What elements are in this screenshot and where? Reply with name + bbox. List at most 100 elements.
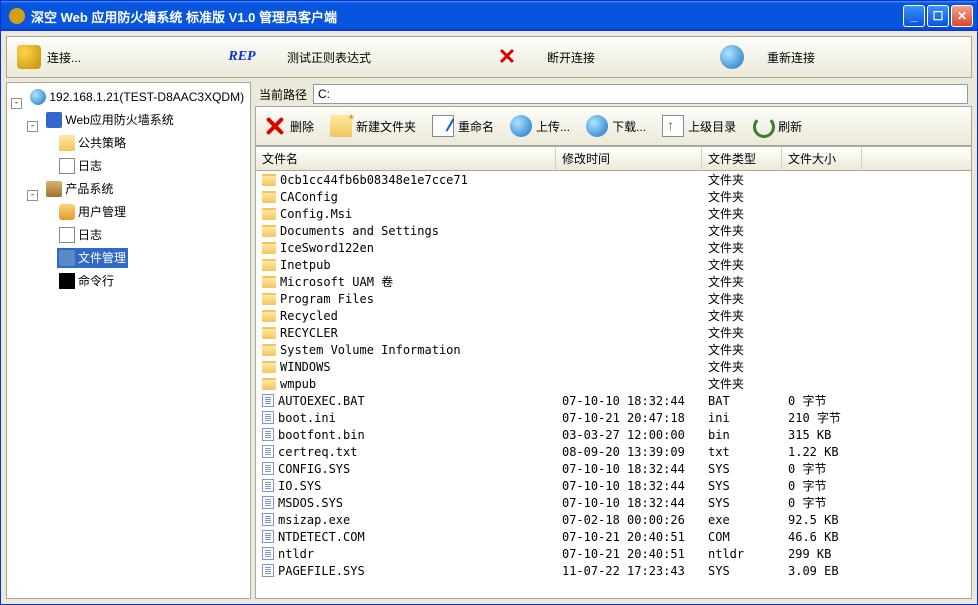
file-row[interactable]: MSDOS.SYS07-10-10 18:32:44SYS0 字节 [256,494,971,511]
maximize-button[interactable]: ☐ [927,5,949,27]
file-row[interactable]: NTDETECT.COM07-10-21 20:40:51COM46.6 KB [256,528,971,545]
upload-button[interactable]: 上传... [502,107,578,145]
file-name: Microsoft UAM 卷 [280,273,393,290]
tree-user-mgmt[interactable]: 用户管理 [57,202,128,222]
file-name: wmpub [280,377,316,391]
file-row[interactable]: 0cb1cc44fb6b08348e1e7cce71文件夹 [256,171,971,188]
window-title: 深空 Web 应用防火墙系统 标准版 V1.0 管理员客户端 [29,7,903,26]
folder-icon [262,378,276,390]
tree-file-mgmt[interactable]: 文件管理 [57,248,128,268]
test-regex-button[interactable]: 测试正则表达式 [277,37,477,77]
tree-waf-label: Web应用防火墙系统 [65,111,173,129]
file-row[interactable]: Program Files文件夹 [256,290,971,307]
file-row[interactable]: Recycled文件夹 [256,307,971,324]
file-row[interactable]: IO.SYS07-10-10 18:32:44SYS0 字节 [256,477,971,494]
folder-icon [262,259,276,271]
file-row[interactable]: Microsoft UAM 卷文件夹 [256,273,971,290]
tree-product-sys[interactable]: 产品系统 [44,179,115,199]
tree-root-label: 192.168.1.21(TEST-D8AAC3XQDM) [49,88,244,106]
file-date: 11-07-22 17:23:43 [556,564,702,578]
file-row[interactable]: Inetpub文件夹 [256,256,971,273]
right-panel: 当前路径 删除 新建文件夹 重命名 上传... 下载... 上级目录 刷新 文件… [255,82,972,599]
tree-root[interactable]: 192.168.1.21(TEST-D8AAC3XQDM) [28,87,246,107]
new-folder-button[interactable]: 新建文件夹 [322,107,424,145]
file-date: 07-10-10 18:32:44 [556,462,702,476]
file-row[interactable]: Documents and Settings文件夹 [256,222,971,239]
file-name: IO.SYS [278,479,321,493]
disconnect-button[interactable]: 断开连接 [537,37,707,77]
file-name: System Volume Information [280,343,461,357]
file-name: AUTOEXEC.BAT [278,394,365,408]
tree-waf[interactable]: Web应用防火墙系统 [44,110,175,130]
file-type: 文件夹 [702,307,782,324]
path-input[interactable] [313,84,968,104]
file-row[interactable]: CONFIG.SYS07-10-10 18:32:44SYS0 字节 [256,460,971,477]
file-type: SYS [702,479,782,493]
tree-panel[interactable]: - 192.168.1.21(TEST-D8AAC3XQDM) - [6,82,251,599]
file-row[interactable]: RECYCLER文件夹 [256,324,971,341]
file-name: IceSword122en [280,241,374,255]
reconnect-button[interactable]: 重新连接 [757,37,825,77]
file-toolbar: 删除 新建文件夹 重命名 上传... 下载... 上级目录 刷新 [255,106,972,146]
file-row[interactable]: System Volume Information文件夹 [256,341,971,358]
tree-toggle-waf[interactable]: - [27,121,38,132]
tree-policy-label: 公共策略 [78,134,126,152]
file-size: 0 字节 [782,477,862,494]
file-name: NTDETECT.COM [278,530,365,544]
file-type: exe [702,513,782,527]
download-button[interactable]: 下载... [578,107,654,145]
test-regex-label: 测试正则表达式 [287,49,371,66]
up-dir-button[interactable]: 上级目录 [654,107,744,145]
reconnect-icon-button[interactable] [707,37,757,77]
refresh-button[interactable]: 刷新 [744,107,810,145]
file-row[interactable]: certreq.txt08-09-20 13:39:09txt1.22 KB [256,443,971,460]
tree-user-label: 用户管理 [78,203,126,221]
tree-toggle-product[interactable]: - [27,190,38,201]
header-type[interactable]: 文件类型 [702,147,782,170]
disconnect-x-button[interactable]: ✕ [477,37,537,77]
file-row[interactable]: PAGEFILE.SYS11-07-22 17:23:43SYS3.09 EB [256,562,971,579]
header-date[interactable]: 修改时间 [556,147,702,170]
path-label: 当前路径 [259,86,307,103]
file-name: 0cb1cc44fb6b08348e1e7cce71 [280,173,468,187]
header-size[interactable]: 文件大小 [782,147,862,170]
file-row[interactable]: WINDOWS文件夹 [256,358,971,375]
tree-log1[interactable]: 日志 [57,156,104,176]
rep-label: REP [228,49,255,65]
file-name: ntldr [278,547,314,561]
tree-log2[interactable]: 日志 [57,225,104,245]
file-row[interactable]: boot.ini07-10-21 20:47:18ini210 字节 [256,409,971,426]
tree-toggle-root[interactable]: - [11,98,22,109]
file-size: 0 字节 [782,460,862,477]
file-name: Inetpub [280,258,331,272]
file-row[interactable]: AUTOEXEC.BAT07-10-10 18:32:44BAT0 字节 [256,392,971,409]
file-type: ini [702,411,782,425]
file-row[interactable]: wmpub文件夹 [256,375,971,392]
tree-public-policy[interactable]: 公共策略 [57,133,128,153]
file-row[interactable]: IceSword122en文件夹 [256,239,971,256]
file-row[interactable]: CAConfig文件夹 [256,188,971,205]
titlebar[interactable]: 深空 Web 应用防火墙系统 标准版 V1.0 管理员客户端 _ ☐ ✕ [1,1,977,31]
file-size: 3.09 EB [782,564,862,578]
file-row[interactable]: msizap.exe07-02-18 00:00:26exe92.5 KB [256,511,971,528]
delete-button[interactable]: 删除 [256,107,322,145]
file-type: SYS [702,462,782,476]
delete-label: 删除 [290,118,314,135]
minimize-button[interactable]: _ [903,5,925,27]
file-size: 92.5 KB [782,513,862,527]
tree-cmd[interactable]: 命令行 [57,271,116,291]
header-name[interactable]: 文件名 [256,147,556,170]
file-row[interactable]: Config.Msi文件夹 [256,205,971,222]
file-row[interactable]: bootfont.bin03-03-27 12:00:00bin315 KB [256,426,971,443]
connect-button[interactable]: 连接... [7,37,207,77]
file-list[interactable]: 文件名 修改时间 文件类型 文件大小 0cb1cc44fb6b08348e1e7… [255,146,972,599]
close-button[interactable]: ✕ [951,5,973,27]
file-size: 1.22 KB [782,445,862,459]
file-type: SYS [702,496,782,510]
rename-button[interactable]: 重命名 [424,107,502,145]
file-row[interactable]: ntldr07-10-21 20:40:51ntldr299 KB [256,545,971,562]
rep-button[interactable]: REP [207,37,277,77]
file-icon [262,530,274,543]
new-folder-label: 新建文件夹 [356,118,416,135]
file-icon [262,513,274,526]
